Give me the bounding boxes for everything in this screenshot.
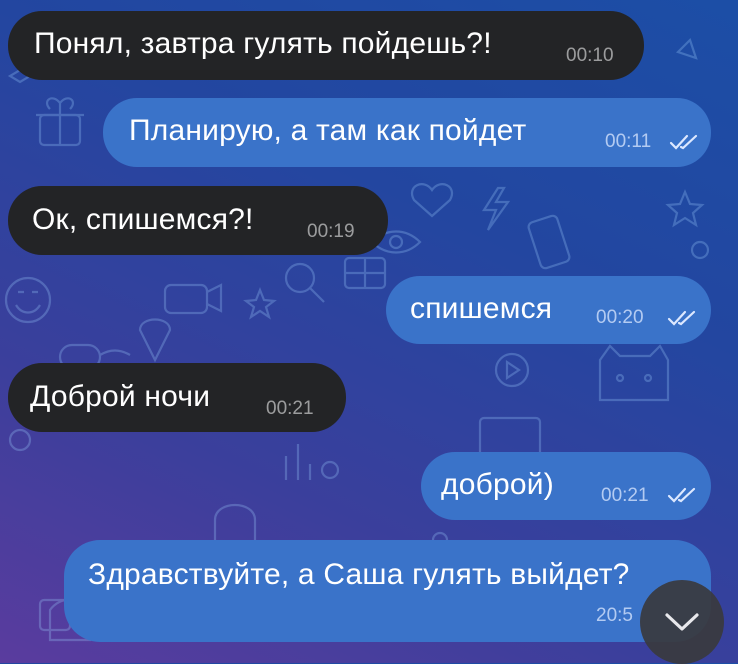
message-text: Ок, спишемся?!: [32, 203, 254, 236]
message-text: спишемся: [410, 292, 553, 325]
message-text: Планирую, а там как пойдет: [129, 114, 527, 147]
message-time: 00:21: [266, 398, 314, 419]
message-bubble-outgoing[interactable]: Здравствуйте, а Саша гулять выйдет? 20:5: [64, 540, 711, 642]
message-text: доброй): [441, 468, 554, 501]
read-checkmarks-icon: [667, 310, 696, 326]
message-time: 00:21: [601, 485, 649, 506]
message-text: Здравствуйте, а Саша гулять выйдет?: [88, 558, 630, 591]
message-text: Понял, завтра гулять пойдешь?!: [34, 27, 492, 60]
read-checkmarks-icon: [669, 134, 698, 150]
message-time: 00:10: [566, 45, 614, 66]
message-time: 00:11: [605, 131, 652, 152]
read-checkmarks-icon: [667, 487, 696, 503]
message-bubble-outgoing[interactable]: Планирую, а там как пойдет 00:11: [103, 98, 711, 167]
message-time: 20:5: [596, 605, 633, 626]
scroll-to-bottom-button[interactable]: [640, 580, 724, 664]
message-bubble-incoming[interactable]: Понял, завтра гулять пойдешь?! 00:10: [8, 11, 644, 80]
message-time: 00:20: [596, 307, 644, 328]
message-bubble-outgoing[interactable]: доброй) 00:21: [421, 452, 711, 520]
message-bubble-incoming[interactable]: Доброй ночи 00:21: [8, 363, 346, 432]
message-bubble-incoming[interactable]: Ок, спишемся?! 00:19: [8, 186, 388, 255]
message-bubble-outgoing[interactable]: спишемся 00:20: [386, 276, 711, 344]
chevron-down-icon: [665, 613, 699, 631]
message-time: 00:19: [307, 221, 355, 242]
message-list: Понял, завтра гулять пойдешь?! 00:10 Пла…: [0, 0, 738, 663]
message-text: Доброй ночи: [30, 380, 211, 413]
